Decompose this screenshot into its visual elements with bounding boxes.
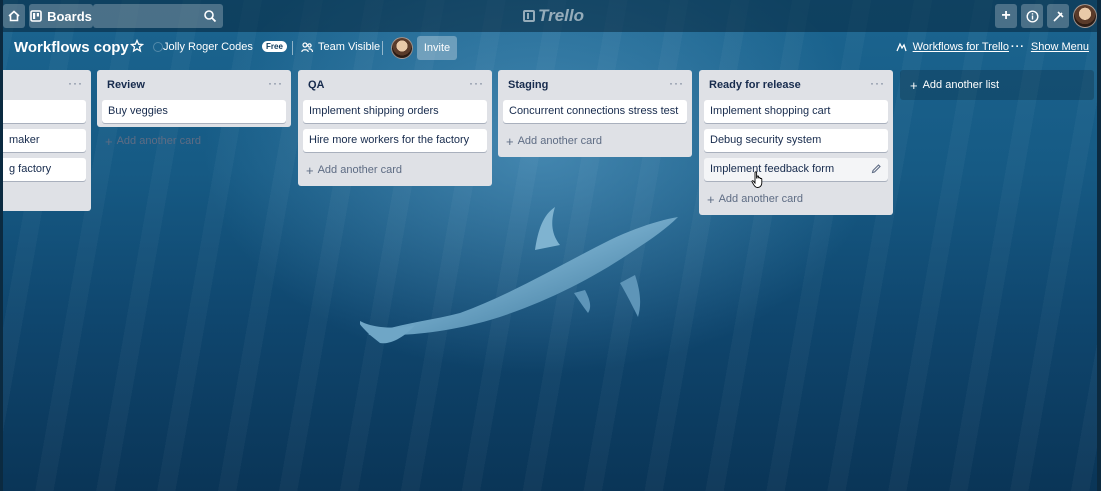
pencil-icon[interactable] bbox=[871, 163, 882, 174]
add-card-button[interactable]: + Add another card bbox=[699, 187, 893, 211]
list-staging: Staging ··· Concurrent connections stres… bbox=[498, 70, 692, 157]
member-avatar[interactable] bbox=[391, 37, 413, 59]
info-icon bbox=[1025, 9, 1039, 23]
user-avatar[interactable] bbox=[1073, 4, 1097, 28]
boards-icon bbox=[30, 10, 42, 22]
list-title[interactable]: Staging bbox=[508, 79, 548, 91]
trello-logo-text: Trello bbox=[538, 6, 584, 25]
window-frame-right bbox=[1097, 0, 1101, 491]
list-card[interactable]: Concurrent connections stress test bbox=[503, 100, 687, 123]
list-menu-button[interactable]: ··· bbox=[268, 76, 283, 90]
add-card-label: Add another card bbox=[718, 193, 803, 205]
add-list-button[interactable]: + Add another list bbox=[900, 70, 1094, 100]
list-menu-button[interactable]: ··· bbox=[870, 76, 885, 90]
list-menu-button[interactable]: ··· bbox=[469, 76, 484, 90]
dolphin-image bbox=[360, 207, 678, 344]
search-icon bbox=[204, 10, 217, 23]
list-header: Staging ··· bbox=[498, 70, 692, 100]
card-title: Implement feedback form bbox=[710, 163, 835, 175]
list-card[interactable]: maker bbox=[3, 129, 86, 152]
list-card[interactable]: Debug security system bbox=[704, 129, 888, 152]
plus-icon: + bbox=[306, 162, 314, 178]
team-visible-icon bbox=[301, 42, 313, 53]
team-plan-badge: Free bbox=[262, 41, 287, 52]
search-input[interactable] bbox=[93, 4, 223, 28]
add-card-label: Add another card bbox=[517, 135, 602, 147]
plus-icon: + bbox=[707, 191, 715, 207]
list-card-hovered[interactable]: Implement feedback form bbox=[704, 158, 888, 181]
boards-label: Boards bbox=[47, 8, 92, 24]
list-title[interactable]: Review bbox=[107, 79, 145, 91]
header-actions: + bbox=[995, 4, 1097, 28]
list-partial: ··· maker g factory bbox=[3, 70, 91, 211]
list-menu-button[interactable]: ··· bbox=[68, 76, 83, 90]
hand-cursor-icon bbox=[751, 171, 763, 188]
list-card[interactable]: Buy veggies bbox=[102, 100, 286, 123]
list-menu-button[interactable]: ··· bbox=[669, 76, 684, 90]
notification-icon bbox=[1052, 10, 1064, 22]
star-icon[interactable] bbox=[130, 39, 144, 53]
workflows-for-trello-button[interactable]: Workflows for Trello bbox=[896, 41, 1009, 53]
list-title[interactable]: QA bbox=[308, 79, 325, 91]
list-ready-for-release: Ready for release ··· Implement shopping… bbox=[699, 70, 893, 215]
home-button[interactable] bbox=[3, 4, 25, 28]
plus-icon: + bbox=[1001, 7, 1011, 24]
add-card-label: Add another card bbox=[116, 135, 201, 147]
list-qa: QA ··· Implement shipping orders Hire mo… bbox=[298, 70, 492, 186]
show-menu-button[interactable]: ··· Show Menu bbox=[1011, 41, 1089, 53]
workflows-icon bbox=[896, 42, 907, 52]
list-header: Review ··· bbox=[97, 70, 291, 100]
add-card-button[interactable]: + Add another card bbox=[498, 129, 692, 153]
plus-icon: + bbox=[910, 77, 918, 93]
list-card[interactable]: Hire more workers for the factory bbox=[303, 129, 487, 152]
board-header: Workflows copy Jolly Roger Codes Free Te… bbox=[3, 32, 1097, 64]
divider bbox=[292, 41, 293, 55]
create-button[interactable]: + bbox=[995, 4, 1017, 28]
trello-logo-icon bbox=[523, 10, 535, 22]
trello-logo[interactable]: Trello bbox=[523, 6, 584, 26]
add-list-label: Add another list bbox=[922, 79, 1000, 91]
notifications-button[interactable] bbox=[1047, 4, 1069, 28]
list-card[interactable]: g factory bbox=[3, 158, 86, 181]
list-title[interactable]: Ready for release bbox=[709, 79, 801, 91]
show-menu-label: Show Menu bbox=[1030, 41, 1089, 53]
boards-button[interactable]: Boards bbox=[29, 4, 93, 28]
top-header: Boards Trello + bbox=[3, 0, 1097, 32]
home-icon bbox=[8, 10, 20, 22]
visibility-button[interactable]: Team Visible bbox=[318, 41, 380, 53]
list-header: ··· bbox=[3, 70, 91, 100]
plus-icon: + bbox=[506, 133, 514, 149]
list-header: Ready for release ··· bbox=[699, 70, 893, 100]
add-card-button[interactable]: + Add another card bbox=[298, 158, 492, 182]
team-icon bbox=[153, 42, 163, 52]
add-card-button[interactable]: + Add another card bbox=[97, 129, 291, 153]
board-title[interactable]: Workflows copy bbox=[14, 39, 129, 56]
list-review: Review ··· Buy veggies + Add another car… bbox=[97, 70, 291, 149]
list-card[interactable] bbox=[3, 100, 86, 123]
plus-icon: + bbox=[105, 133, 113, 149]
add-card-label: Add another card bbox=[317, 164, 402, 176]
workflows-link-label: Workflows for Trello bbox=[912, 41, 1009, 53]
info-button[interactable] bbox=[1021, 4, 1043, 28]
list-card[interactable]: Implement shopping cart bbox=[704, 100, 888, 123]
list-header: QA ··· bbox=[298, 70, 492, 100]
more-icon: ··· bbox=[1010, 41, 1025, 53]
divider bbox=[382, 41, 383, 55]
team-name[interactable]: Jolly Roger Codes bbox=[163, 41, 253, 53]
list-card[interactable]: Implement shipping orders bbox=[303, 100, 487, 123]
invite-button[interactable]: Invite bbox=[417, 36, 457, 60]
